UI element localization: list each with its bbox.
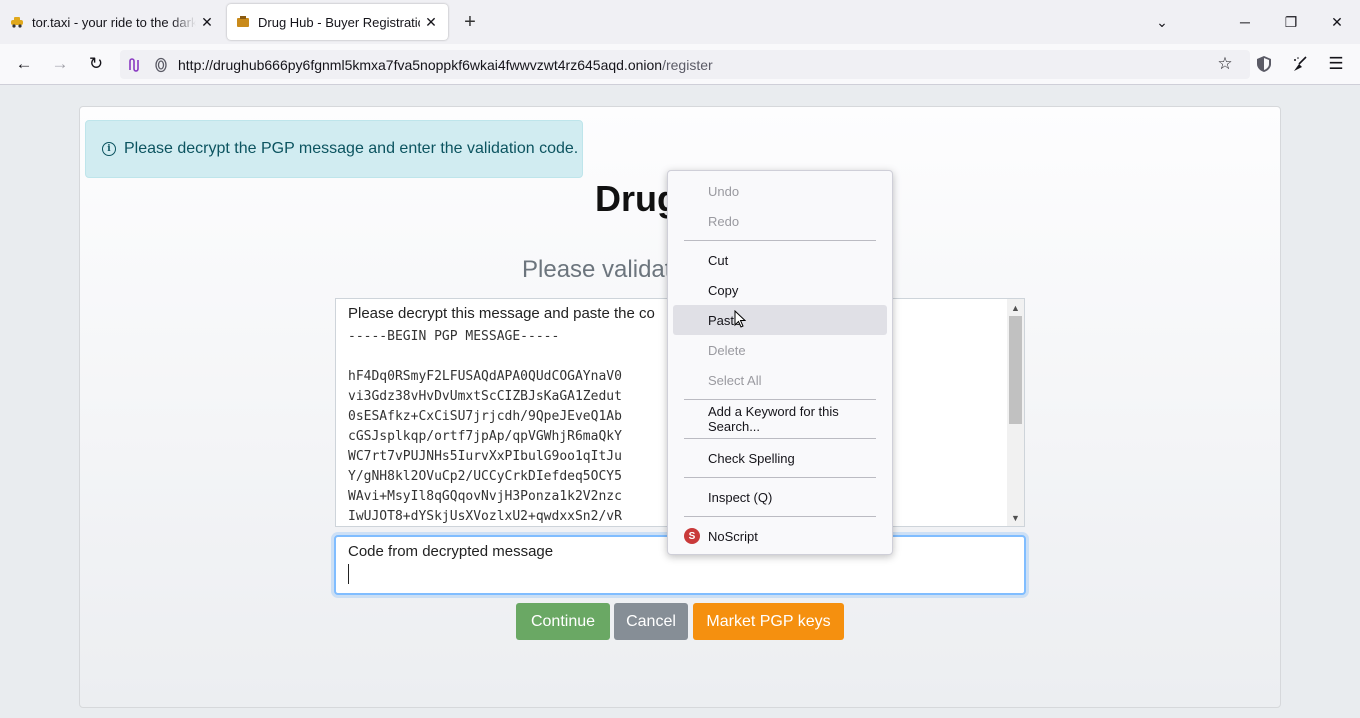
alert-text: Please decrypt the PGP message and enter… [124,140,579,157]
menu-item-cut[interactable]: Cut [673,245,887,275]
new-identity-broom-icon[interactable] [1286,50,1314,78]
menu-separator [684,240,876,241]
menu-item-paste[interactable]: Paste [673,305,887,335]
textarea-scrollbar[interactable]: ▲ ▼ [1007,299,1024,526]
scroll-down-arrow-icon[interactable]: ▼ [1007,509,1024,526]
url-text: http://drughub666py6fgnml5kmxa7fva5noppk… [178,57,713,73]
fingerprint-icon[interactable] [152,56,170,74]
context-menu: Undo Redo Cut Copy Paste Delete Select A… [667,170,893,555]
close-tab-icon[interactable]: ✕ [196,11,218,33]
menu-item-delete[interactable]: Delete [673,335,887,365]
menu-separator [684,438,876,439]
tab-strip: tor.taxi - your ride to the darkne ✕ Dru… [0,0,1360,44]
mouse-pointer-icon [734,310,746,328]
scroll-thumb[interactable] [1009,316,1022,424]
menu-separator [684,399,876,400]
menu-item-add-keyword[interactable]: Add a Keyword for this Search... [673,404,887,434]
url-host: http://drughub666py6fgnml5kmxa7fva5noppk… [178,56,663,73]
text-caret [348,564,349,584]
menu-separator [684,477,876,478]
reload-icon[interactable]: ↻ [82,50,110,78]
taxi-icon [10,15,24,29]
info-alert: i Please decrypt the PGP message and ent… [85,120,583,178]
tab-title: Drug Hub - Buyer Registration [258,14,420,30]
continue-button[interactable]: Continue [516,603,610,640]
shield-icon[interactable] [1250,50,1278,78]
back-arrow-icon[interactable]: ← [10,50,38,78]
drughub-icon [236,15,250,29]
forward-arrow-icon[interactable]: → [46,50,74,78]
menu-item-undo[interactable]: Undo [673,176,887,206]
tor-circuit-icon[interactable] [126,56,144,74]
cancel-button[interactable]: Cancel [614,603,688,640]
close-tab-icon[interactable]: ✕ [420,11,442,33]
scroll-up-arrow-icon[interactable]: ▲ [1007,299,1024,316]
new-tab-plus-icon[interactable]: + [456,8,484,36]
maximize-icon[interactable]: ❐ [1268,0,1314,44]
menu-item-noscript[interactable]: NoScript [673,521,887,551]
info-icon: i [102,142,116,156]
hamburger-menu-icon[interactable]: ☰ [1322,50,1350,78]
navigation-bar: ← → ↻ http://drughub666py6fgnml5kmxa7fva… [0,44,1360,85]
url-bar[interactable]: http://drughub666py6fgnml5kmxa7fva5noppk… [120,50,1250,79]
tab-title: tor.taxi - your ride to the darkne [32,14,196,30]
tab-drughub[interactable]: Drug Hub - Buyer Registration ✕ [227,4,448,40]
menu-item-inspect[interactable]: Inspect (Q) [673,482,887,512]
menu-separator [684,516,876,517]
minimize-icon[interactable]: ─ [1222,0,1268,44]
menu-item-select-all[interactable]: Select All [673,365,887,395]
page-subtitle: Please validat [522,256,672,283]
menu-item-copy[interactable]: Copy [673,275,887,305]
list-all-tabs-chevron-icon[interactable]: ⌄ [1139,0,1185,44]
menu-item-check-spelling[interactable]: Check Spelling [673,443,887,473]
tab-tortaxi[interactable]: tor.taxi - your ride to the darkne ✕ [0,0,224,44]
bookmark-star-icon[interactable]: ☆ [1211,50,1239,78]
market-pgp-keys-button[interactable]: Market PGP keys [693,603,844,640]
menu-item-redo[interactable]: Redo [673,206,887,236]
close-window-icon[interactable]: ✕ [1314,0,1360,44]
url-path: /register [662,56,713,73]
